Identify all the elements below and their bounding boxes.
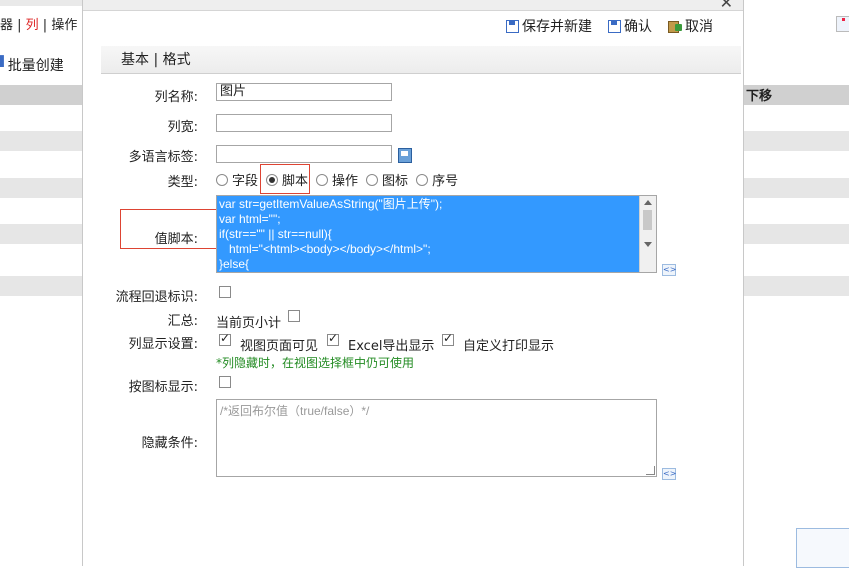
pin-icon: ▌ bbox=[0, 56, 8, 68]
view-visible-label: 视图页面可见 bbox=[240, 339, 319, 354]
column-name-input[interactable]: 图片 bbox=[216, 83, 392, 101]
radio-button[interactable] bbox=[216, 173, 228, 186]
background-table-row bbox=[744, 178, 849, 198]
summary-label: 汇总: bbox=[167, 314, 198, 329]
move-down-header[interactable]: 下移 bbox=[746, 85, 772, 104]
background-table-row bbox=[744, 131, 849, 151]
background-table-row bbox=[0, 224, 82, 244]
view-visible-checkbox[interactable] bbox=[219, 331, 231, 346]
flow-back-flag-label: 流程回退标识: bbox=[115, 290, 198, 305]
background-tab-operation[interactable]: | 操作 bbox=[39, 18, 78, 33]
batch-create-label: 批量创建 bbox=[7, 58, 64, 74]
radio-button[interactable] bbox=[316, 173, 329, 186]
background-table-header bbox=[0, 85, 82, 105]
i18n-label-input[interactable] bbox=[216, 145, 392, 163]
radio-button[interactable] bbox=[366, 173, 379, 186]
background-page-right: 下移 bbox=[744, 0, 849, 568]
icon-display-checkbox[interactable] bbox=[219, 376, 231, 388]
radio-button[interactable] bbox=[416, 173, 429, 186]
save-icon bbox=[506, 19, 519, 33]
scroll-down-icon[interactable] bbox=[644, 242, 652, 247]
tab-separator: | bbox=[149, 52, 163, 68]
value-script-code: var str=getItemValueAsString("图片上传"); va… bbox=[219, 197, 443, 271]
display-settings-label: 列显示设置: bbox=[128, 337, 198, 352]
hide-condition-textarea[interactable]: /*返回布尔值（true/false）*/ bbox=[216, 399, 657, 477]
cancel-icon bbox=[668, 19, 682, 33]
column-name-label: 列名称: bbox=[154, 90, 198, 105]
column-width-label: 列宽: bbox=[167, 120, 198, 135]
close-icon[interactable]: ✕ bbox=[720, 0, 733, 12]
background-tab-column[interactable]: 列 bbox=[26, 18, 39, 33]
script-scrollbar[interactable] bbox=[639, 196, 656, 272]
background-tab-strip bbox=[0, 0, 82, 6]
type-label: 类型: bbox=[167, 175, 198, 190]
batch-create-button[interactable]: ▌批量创建 bbox=[0, 55, 64, 75]
display-settings-hint: *列隐藏时，在视图选择框中仍可使用 bbox=[216, 356, 415, 370]
background-table-row bbox=[0, 276, 82, 296]
dialog-toolbar: 保存并新建 确认 取消 bbox=[506, 16, 713, 36]
scroll-thumb[interactable] bbox=[643, 210, 652, 230]
save-and-new-label: 保存并新建 bbox=[522, 19, 592, 35]
icon-display-label: 按图标显示: bbox=[128, 380, 198, 395]
cancel-button[interactable]: 取消 bbox=[668, 16, 713, 36]
type-option-label: 字段 bbox=[232, 174, 259, 189]
confirm-label: 确认 bbox=[624, 19, 652, 35]
dialog-tabs: 基本 | 格式 bbox=[101, 46, 741, 74]
type-option-label: 操作 bbox=[332, 174, 359, 189]
scroll-up-icon[interactable] bbox=[644, 200, 652, 205]
value-script-textarea[interactable]: var str=getItemValueAsString("图片上传"); va… bbox=[216, 195, 657, 273]
excel-export-checkbox[interactable] bbox=[327, 331, 339, 346]
resize-grip-icon[interactable] bbox=[646, 466, 655, 475]
background-tabs: 器 | 列 | 操作 bbox=[0, 14, 77, 34]
type-option-serial[interactable]: 序号 bbox=[416, 170, 458, 189]
expand-editor-icon[interactable]: <> bbox=[662, 264, 676, 276]
type-option-field[interactable]: 字段 bbox=[216, 170, 258, 189]
excel-export-label: Excel导出显示 bbox=[348, 339, 435, 354]
tab-basic[interactable]: 基本 bbox=[121, 52, 149, 68]
dialog-titlebar: ✕ bbox=[83, 0, 743, 12]
type-option-label: 图标 bbox=[382, 174, 409, 189]
type-radio-group: 字段 脚本 操作 图标 序号 bbox=[216, 170, 458, 189]
column-width-input[interactable] bbox=[216, 114, 392, 132]
background-corner-field[interactable] bbox=[796, 528, 849, 568]
language-edit-icon[interactable] bbox=[398, 147, 412, 163]
edit-icon[interactable] bbox=[836, 16, 849, 32]
hide-condition-label: 隐藏条件: bbox=[141, 436, 198, 451]
hide-condition-placeholder: /*返回布尔值（true/false）*/ bbox=[220, 404, 370, 418]
confirm-button[interactable]: 确认 bbox=[608, 16, 652, 36]
type-option-icon[interactable]: 图标 bbox=[366, 170, 408, 189]
cancel-label: 取消 bbox=[685, 19, 713, 35]
expand-editor-icon[interactable]: <> bbox=[662, 468, 676, 480]
highlight-box-value-script bbox=[120, 209, 220, 249]
current-page-subtotal-label: 当前页小计 bbox=[216, 316, 282, 331]
background-table-row bbox=[0, 131, 82, 151]
custom-print-label: 自定义打印显示 bbox=[463, 339, 555, 354]
save-and-new-button[interactable]: 保存并新建 bbox=[506, 16, 592, 36]
background-tab-prev[interactable]: 器 | bbox=[0, 18, 26, 33]
current-page-subtotal-checkbox[interactable] bbox=[288, 310, 300, 322]
save-icon bbox=[608, 19, 621, 33]
background-table-row bbox=[0, 178, 82, 198]
i18n-label-label: 多语言标签: bbox=[128, 150, 198, 165]
type-option-label: 序号 bbox=[432, 174, 459, 189]
flow-back-flag-checkbox[interactable] bbox=[219, 286, 231, 298]
tab-format[interactable]: 格式 bbox=[163, 52, 191, 68]
background-table-row bbox=[744, 276, 849, 296]
highlight-box-script-option bbox=[260, 164, 310, 194]
background-table-row bbox=[744, 224, 849, 244]
type-option-operation[interactable]: 操作 bbox=[316, 170, 358, 189]
custom-print-checkbox[interactable] bbox=[442, 331, 454, 346]
edit-column-dialog: ✕ 保存并新建 确认 取消 基本 | 格式 bbox=[82, 0, 744, 566]
